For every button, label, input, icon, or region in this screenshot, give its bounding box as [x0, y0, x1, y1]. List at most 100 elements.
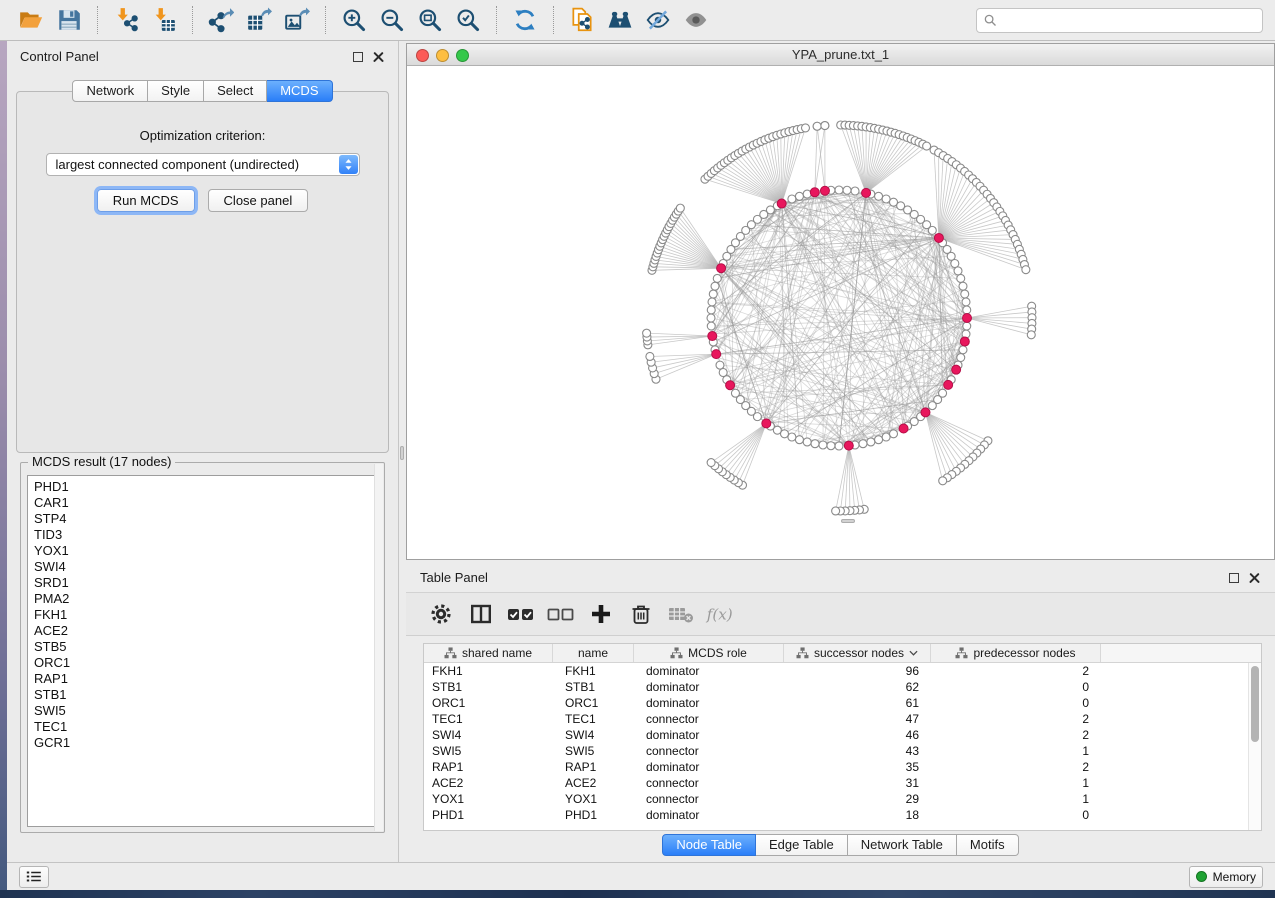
table-row[interactable]: ACE2ACE2connector311	[424, 775, 1261, 791]
table-row[interactable]: SWI4SWI4dominator462	[424, 727, 1261, 743]
mcds-list-scrollbar[interactable]	[374, 464, 383, 831]
mcds-result-item[interactable]: SWI4	[34, 559, 378, 575]
tab-select[interactable]: Select	[204, 80, 267, 102]
mcds-result-item[interactable]: GCR1	[34, 735, 378, 751]
settings-gear-icon	[429, 602, 453, 626]
tab-network-table[interactable]: Network Table	[848, 834, 957, 856]
table-row[interactable]: ORC1ORC1dominator610	[424, 695, 1261, 711]
table-row[interactable]: YOX1YOX1connector291	[424, 791, 1261, 807]
zoom-out-button[interactable]	[373, 3, 411, 37]
delete-entry-button[interactable]	[622, 597, 660, 631]
column-header-name[interactable]: name	[553, 644, 634, 662]
mcds-result-item[interactable]: CAR1	[34, 495, 378, 511]
column-header-shared-name[interactable]: shared name	[424, 644, 553, 662]
export-image-button[interactable]	[278, 3, 316, 37]
export-table-button[interactable]	[240, 3, 278, 37]
close-panel-icon[interactable]	[373, 51, 385, 63]
delete-table-icon	[665, 602, 697, 626]
mcds-result-item[interactable]: FKH1	[34, 607, 378, 623]
search-box[interactable]	[976, 8, 1263, 33]
cell-name: SWI4	[553, 727, 634, 743]
settings-gear-button[interactable]	[422, 597, 460, 631]
run-mcds-button[interactable]: Run MCDS	[97, 189, 195, 212]
mcds-result-item[interactable]: PMA2	[34, 591, 378, 607]
mcds-result-item[interactable]: TID3	[34, 527, 378, 543]
mcds-result-item[interactable]: STP4	[34, 511, 378, 527]
window-close-icon[interactable]	[416, 49, 429, 62]
cell-shared-name: TEC1	[424, 711, 553, 727]
network-canvas[interactable]	[407, 66, 1274, 559]
mcds-result-item[interactable]: RAP1	[34, 671, 378, 687]
table-scrollbar[interactable]	[1248, 663, 1261, 830]
float-table-panel-icon[interactable]	[1229, 573, 1239, 583]
task-history-button[interactable]	[19, 866, 49, 888]
window-zoom-icon[interactable]	[456, 49, 469, 62]
table-row[interactable]: PHD1PHD1dominator180	[424, 807, 1261, 823]
tab-style[interactable]: Style	[148, 80, 204, 102]
splitter-grip-horizontal[interactable]	[841, 519, 855, 523]
cell-MCDS-role: dominator	[634, 663, 784, 679]
mcds-result-item[interactable]: ORC1	[34, 655, 378, 671]
import-network-button[interactable]	[107, 3, 145, 37]
search-input[interactable]	[1001, 13, 1256, 27]
network-graph[interactable]	[407, 66, 1274, 559]
close-panel-button[interactable]: Close panel	[208, 189, 309, 212]
zoom-in-button[interactable]	[335, 3, 373, 37]
column-header-filler	[1101, 644, 1261, 662]
zoom-selected-button[interactable]	[449, 3, 487, 37]
network-window-titlebar[interactable]: YPA_prune.txt_1	[407, 44, 1274, 66]
toggle-columns-icon	[469, 602, 493, 626]
save-session-button[interactable]	[50, 3, 88, 37]
float-panel-icon[interactable]	[353, 52, 363, 62]
column-header-MCDS-role[interactable]: MCDS role	[634, 644, 784, 662]
show-all-columns-button[interactable]	[502, 597, 540, 631]
tab-edge-table[interactable]: Edge Table	[756, 834, 848, 856]
memory-button[interactable]: Memory	[1189, 866, 1263, 888]
mcds-result-item[interactable]: STB1	[34, 687, 378, 703]
optimization-criterion-select[interactable]: largest connected component (undirected)	[46, 153, 360, 176]
close-table-panel-icon[interactable]	[1249, 572, 1261, 584]
show-graphics-details-button[interactable]	[677, 3, 715, 37]
mcds-result-item[interactable]: TEC1	[34, 719, 378, 735]
tab-network[interactable]: Network	[72, 80, 148, 102]
table-row[interactable]: SWI5SWI5connector431	[424, 743, 1261, 759]
window-minimize-icon[interactable]	[436, 49, 449, 62]
table-scrollbar-thumb[interactable]	[1251, 666, 1259, 742]
copy-network-button[interactable]	[563, 3, 601, 37]
panel-splitter-vertical[interactable]	[399, 41, 406, 862]
mcds-result-item[interactable]: YOX1	[34, 543, 378, 559]
splitter-grip[interactable]	[400, 446, 404, 460]
table-row[interactable]: TEC1TEC1connector472	[424, 711, 1261, 727]
cell-name: TEC1	[553, 711, 634, 727]
zoom-fit-button[interactable]	[411, 3, 449, 37]
zoom-fit-icon	[417, 7, 443, 33]
hide-graphics-details-button[interactable]	[639, 3, 677, 37]
mcds-result-item[interactable]: SRD1	[34, 575, 378, 591]
cell-successor-nodes: 31	[784, 775, 931, 791]
toggle-columns-button[interactable]	[462, 597, 500, 631]
mcds-result-item[interactable]: ACE2	[34, 623, 378, 639]
refresh-view-button[interactable]	[506, 3, 544, 37]
mcds-result-item[interactable]: STB5	[34, 639, 378, 655]
mcds-result-item[interactable]: PHD1	[34, 479, 378, 495]
open-session-button[interactable]	[12, 3, 50, 37]
tab-node-table[interactable]: Node Table	[662, 834, 756, 856]
tab-motifs[interactable]: Motifs	[957, 834, 1019, 856]
hide-all-columns-icon	[545, 602, 577, 626]
control-panel: Control Panel NetworkStyleSelectMCDS Opt…	[7, 41, 399, 862]
mcds-result-item[interactable]: SWI5	[34, 703, 378, 719]
column-header-successor-nodes[interactable]: successor nodes	[784, 644, 931, 662]
export-network-button[interactable]	[202, 3, 240, 37]
table-row[interactable]: FKH1FKH1dominator962	[424, 663, 1261, 679]
search-binoculars-button[interactable]	[601, 3, 639, 37]
hide-all-columns-button[interactable]	[542, 597, 580, 631]
tab-mcds[interactable]: MCDS	[267, 80, 332, 102]
optimization-criterion-label: Optimization criterion:	[17, 128, 388, 143]
import-table-button[interactable]	[145, 3, 183, 37]
table-row[interactable]: STB1STB1dominator620	[424, 679, 1261, 695]
cell-name: YOX1	[553, 791, 634, 807]
add-entry-button[interactable]	[582, 597, 620, 631]
column-header-predecessor-nodes[interactable]: predecessor nodes	[931, 644, 1101, 662]
table-row[interactable]: RAP1RAP1dominator352	[424, 759, 1261, 775]
cell-successor-nodes: 47	[784, 711, 931, 727]
